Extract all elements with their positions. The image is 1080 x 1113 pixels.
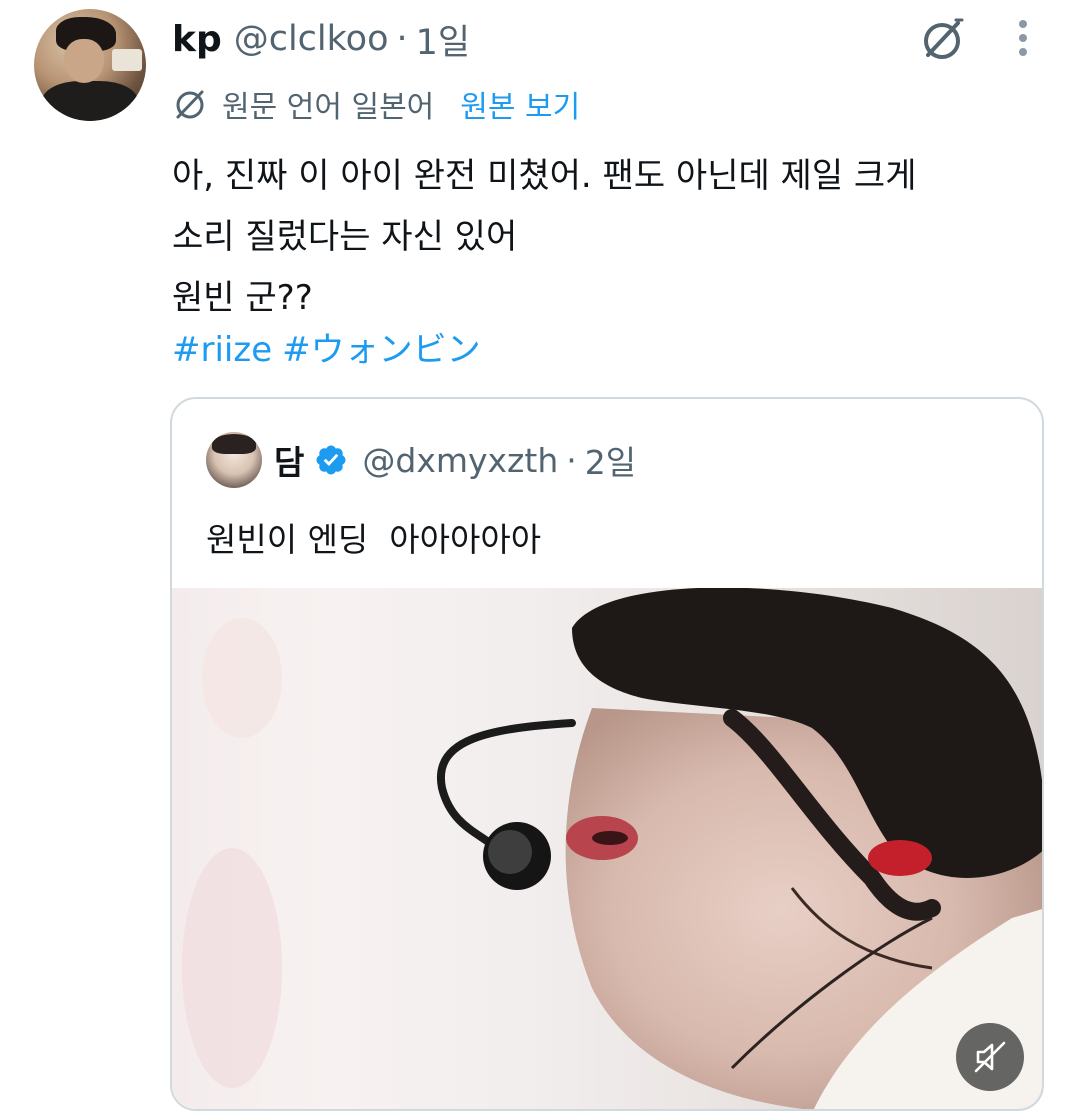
hashtag-link[interactable]: #riize bbox=[172, 330, 272, 370]
grok-icon[interactable] bbox=[916, 14, 968, 66]
tweet-text-line: 원빈 군?? bbox=[172, 278, 313, 318]
show-original-link[interactable]: 원본 보기 bbox=[460, 82, 580, 126]
quoted-tweet-video[interactable] bbox=[172, 588, 1042, 1109]
quoted-author-avatar bbox=[206, 432, 262, 488]
separator-dot: · bbox=[396, 19, 408, 59]
separator-dot: · bbox=[566, 440, 577, 480]
tweet-header: kp @clclkoo · 1일 bbox=[172, 14, 470, 64]
hashtags: #riize #ウォンビン bbox=[172, 322, 491, 371]
quoted-tweet-card[interactable]: 담 @dxmyxzth · 2일 원빈이 엔딩 아아아아아 bbox=[170, 397, 1044, 1111]
video-frame bbox=[182, 588, 1042, 1109]
avatar-background bbox=[112, 49, 142, 71]
translation-label: 원문 언어 일본어 bbox=[222, 90, 435, 125]
quoted-tweet-timestamp: 2일 bbox=[584, 443, 637, 482]
tweet-text: 아, 진짜 이 아이 완전 미쳤어. 팬도 아닌데 제일 크게 소리 질렀다는 … bbox=[172, 146, 1042, 329]
quoted-tweet-text: 원빈이 엔딩 아아아아아 bbox=[206, 520, 542, 559]
avatar-face bbox=[64, 39, 104, 83]
author-avatar[interactable] bbox=[34, 9, 146, 121]
tweet-text-line: 아, 진짜 이 아이 완전 미쳤어. 팬도 아닌데 제일 크게 bbox=[172, 156, 917, 196]
tweet-timestamp[interactable]: 1일 bbox=[416, 14, 470, 65]
author-display-name[interactable]: kp bbox=[172, 19, 222, 60]
quoted-tweet-header: 담 @dxmyxzth · 2일 bbox=[274, 434, 636, 486]
author-handle[interactable]: @clclkoo bbox=[234, 19, 389, 59]
more-vertical-icon[interactable] bbox=[1006, 16, 1040, 60]
quoted-author-handle: @dxmyxzth bbox=[362, 440, 559, 480]
translation-row: 원문 언어 일본어 원본 보기 bbox=[172, 82, 580, 126]
volume-muted-icon bbox=[974, 1041, 1006, 1073]
hashtag-link[interactable]: #ウォンビン bbox=[282, 330, 481, 370]
quoted-author-display-name: 담 bbox=[274, 443, 305, 482]
verified-badge-icon bbox=[316, 445, 346, 475]
mute-button[interactable] bbox=[956, 1023, 1024, 1091]
avatar-shirt bbox=[42, 81, 138, 121]
tweet-text-line: 소리 질렀다는 자신 있어 bbox=[172, 217, 518, 257]
translate-icon bbox=[176, 90, 204, 119]
